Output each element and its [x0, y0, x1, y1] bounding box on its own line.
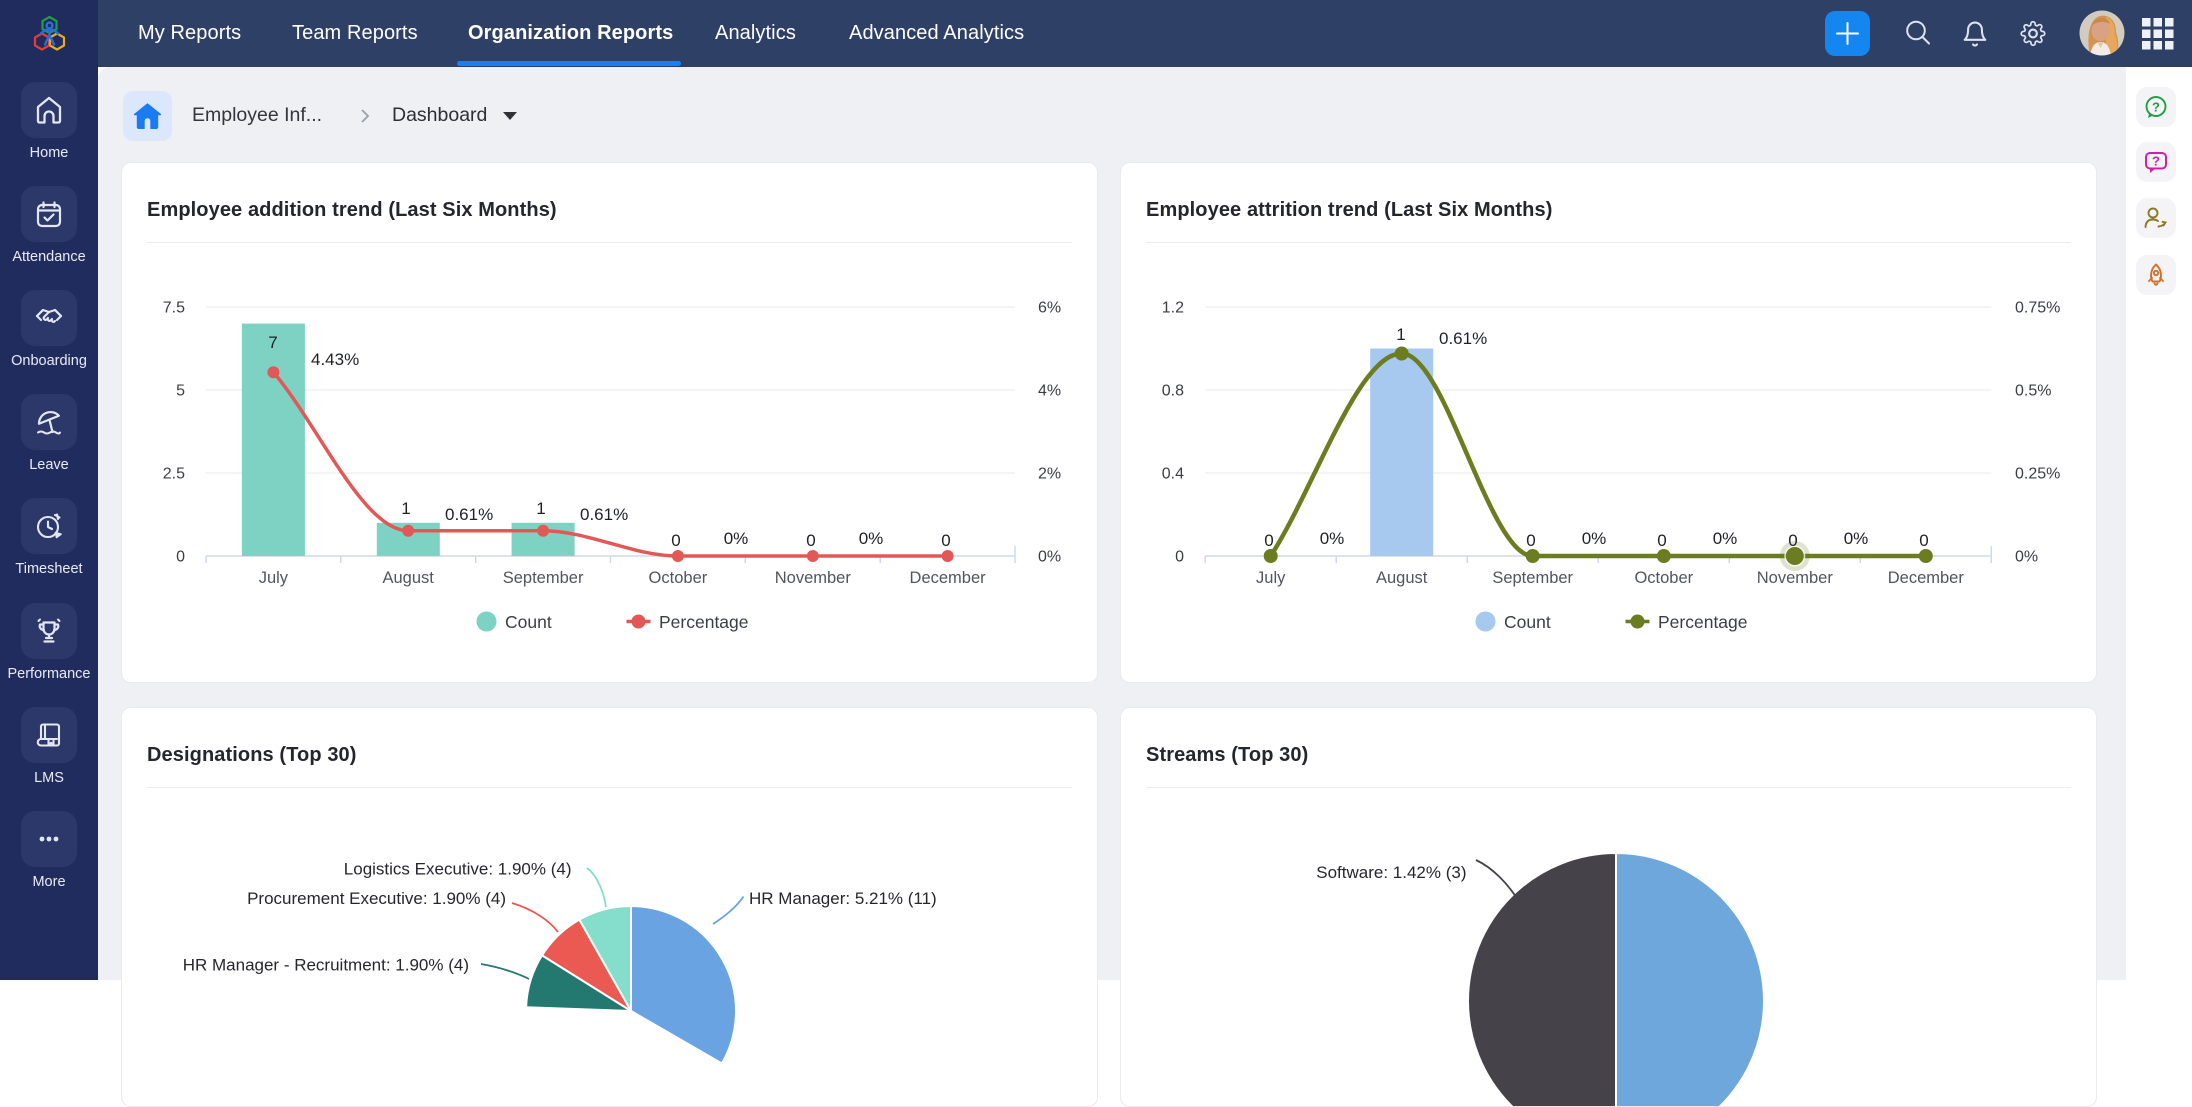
svg-text:HR Manager - Recruitment: 1.90: HR Manager - Recruitment: 1.90% (4) — [183, 956, 469, 975]
svg-text:0.4: 0.4 — [1162, 466, 1184, 483]
svg-text:HR Manager: 5.21% (11): HR Manager: 5.21% (11) — [749, 889, 937, 908]
svg-text:November: November — [775, 569, 852, 587]
svg-text:0: 0 — [1657, 531, 1666, 550]
svg-text:Logistics Executive: 1.90% (4): Logistics Executive: 1.90% (4) — [344, 860, 572, 879]
svg-text:0.75%: 0.75% — [2015, 300, 2060, 317]
svg-text:?: ? — [2152, 100, 2160, 115]
svg-text:?: ? — [2152, 154, 2160, 169]
svg-text:1: 1 — [536, 499, 545, 518]
svg-text:0: 0 — [1175, 549, 1184, 566]
svg-text:September: September — [503, 569, 584, 587]
svg-text:6%: 6% — [1038, 300, 1061, 317]
svg-text:Percentage: Percentage — [659, 612, 749, 632]
svg-text:2%: 2% — [1038, 466, 1061, 483]
svg-text:0.5%: 0.5% — [2015, 383, 2051, 400]
svg-text:1: 1 — [1396, 325, 1405, 344]
svg-text:5: 5 — [176, 383, 185, 400]
svg-text:Count: Count — [505, 612, 552, 632]
svg-text:0%: 0% — [1320, 529, 1345, 548]
svg-text:4%: 4% — [1038, 383, 1061, 400]
svg-text:Procurement Executive: 1.90% (: Procurement Executive: 1.90% (4) — [247, 889, 506, 908]
svg-text:1: 1 — [401, 499, 410, 518]
svg-text:0.25%: 0.25% — [2015, 466, 2060, 483]
svg-text:4.43%: 4.43% — [311, 350, 359, 369]
svg-text:1.2: 1.2 — [1162, 300, 1184, 317]
svg-text:August: August — [1376, 569, 1428, 587]
svg-text:December: December — [1888, 569, 1965, 587]
svg-text:0%: 0% — [2015, 549, 2038, 566]
svg-text:July: July — [259, 569, 289, 587]
svg-text:2.5: 2.5 — [163, 466, 185, 483]
svg-text:0%: 0% — [1582, 529, 1607, 548]
svg-text:November: November — [1757, 569, 1834, 587]
svg-text:0%: 0% — [1713, 529, 1738, 548]
svg-text:0%: 0% — [1844, 529, 1869, 548]
svg-text:December: December — [910, 569, 987, 587]
svg-text:October: October — [649, 569, 708, 587]
svg-text:0: 0 — [806, 531, 815, 550]
svg-text:0: 0 — [941, 531, 950, 550]
svg-text:Percentage: Percentage — [1658, 612, 1748, 632]
svg-text:August: August — [383, 569, 435, 587]
svg-text:0.61%: 0.61% — [445, 505, 493, 524]
svg-text:Software: 1.42% (3): Software: 1.42% (3) — [1316, 863, 1466, 882]
svg-text:Count: Count — [1504, 612, 1551, 632]
svg-text:September: September — [1492, 569, 1573, 587]
svg-text:0%: 0% — [724, 529, 749, 548]
svg-text:0.61%: 0.61% — [580, 505, 628, 524]
svg-text:7.5: 7.5 — [163, 300, 185, 317]
svg-text:0: 0 — [671, 531, 680, 550]
svg-text:0: 0 — [1919, 531, 1928, 550]
svg-text:0%: 0% — [859, 529, 884, 548]
svg-text:0.61%: 0.61% — [1439, 329, 1487, 348]
svg-text:0: 0 — [1526, 531, 1535, 550]
svg-text:0: 0 — [176, 549, 185, 566]
svg-text:July: July — [1256, 569, 1286, 587]
svg-text:0%: 0% — [1038, 549, 1061, 566]
svg-text:October: October — [1634, 569, 1693, 587]
svg-text:7: 7 — [268, 333, 277, 352]
svg-text:0.8: 0.8 — [1162, 383, 1184, 400]
svg-text:0: 0 — [1264, 531, 1273, 550]
svg-text:0: 0 — [1788, 531, 1797, 550]
